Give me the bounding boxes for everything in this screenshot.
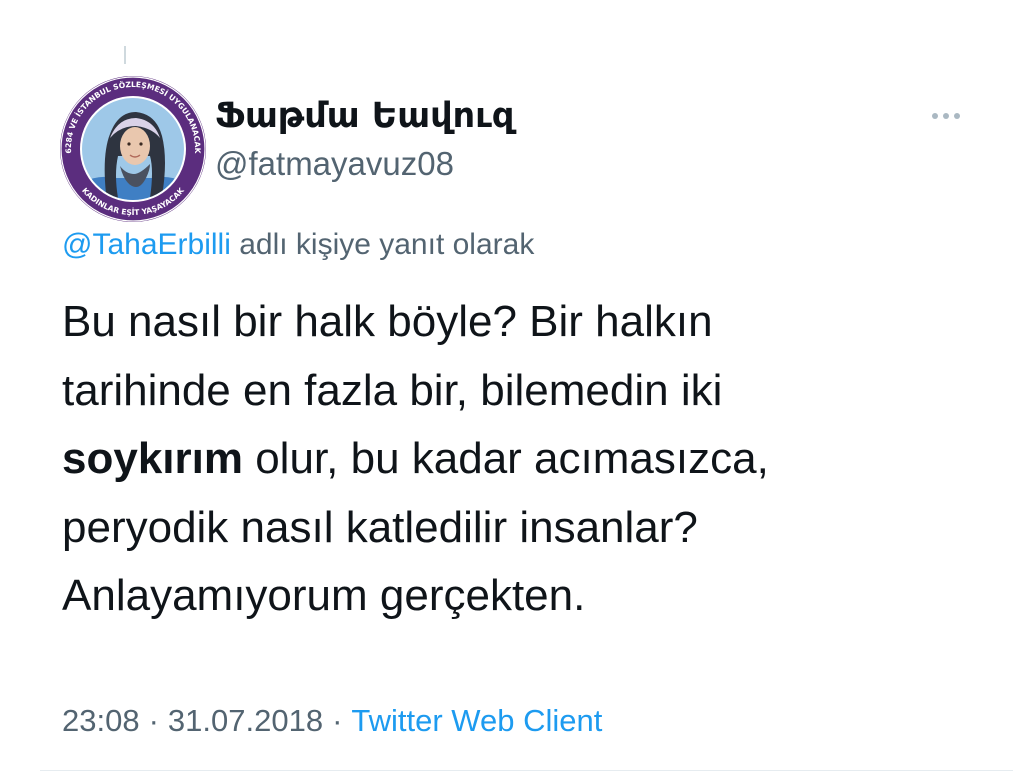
author-handle[interactable]: @fatmayavuz08: [215, 144, 454, 184]
tweet-line-1: Bu nasıl bir halk böyle? Bir halkın: [62, 297, 713, 346]
author-display-name[interactable]: Ֆաթմա Եավուզ: [215, 94, 514, 138]
divider: [40, 770, 1013, 771]
avatar-image: 6284 VE İSTANBUL SÖZLEŞMESİ UYGULANACAK …: [60, 76, 206, 222]
reply-context: @TahaErbilli adlı kişiye yanıt olarak: [62, 225, 534, 265]
tweet-line-3-rest: olur, bu kadar acımasızca,: [242, 434, 769, 483]
tweet-line-4: peryodik nasıl katledilir insanlar?: [62, 502, 698, 552]
tweet-bold-word: soykırım: [62, 434, 243, 483]
thread-connector-line: [124, 46, 126, 64]
tweet-line-2: tarihinde en fazla bir, bilemedin iki: [62, 365, 723, 415]
reply-context-label: adlı kişiye yanıt olarak: [230, 228, 535, 261]
more-horizontal-icon[interactable]: [926, 104, 966, 128]
meta-separator: ·: [148, 703, 159, 738]
tweet-source-link[interactable]: Twitter Web Client: [351, 703, 602, 738]
tweet-time-link[interactable]: 23:08: [62, 703, 140, 738]
tweet-date-link[interactable]: 31.07.2018: [168, 703, 323, 738]
tweet-text: Bu nasıl bir halk böyle? Bir halkın tari…: [62, 288, 769, 631]
meta-separator: ·: [332, 703, 343, 738]
tweet-line-3: soykırım olur, bu kadar acımasızca,: [62, 425, 769, 494]
reply-mention-link[interactable]: @TahaErbilli: [62, 228, 231, 261]
avatar[interactable]: 6284 VE İSTANBUL SÖZLEŞMESİ UYGULANACAK …: [58, 74, 208, 224]
tweet-line-5: Anlayamıyorum gerçekten.: [62, 571, 586, 620]
tweet-metadata: 23:08 · 31.07.2018 · Twitter Web Client: [62, 700, 602, 742]
